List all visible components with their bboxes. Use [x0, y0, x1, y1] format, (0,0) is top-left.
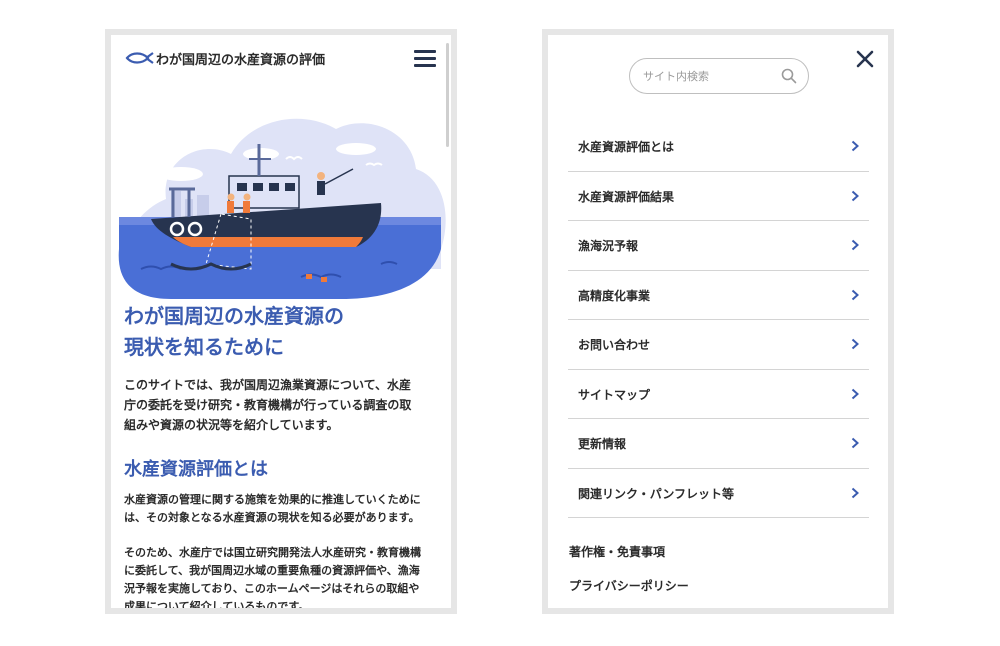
section-paragraph: そのため、水産庁では国立研究開発法人水産研究・教育機構 に委託して、我が国周辺水… — [124, 546, 421, 608]
chevron-right-icon — [851, 437, 859, 449]
nav-item-updates[interactable]: 更新情報 — [568, 419, 869, 469]
site-title[interactable]: わが国周辺の水産資源の評価 — [156, 49, 325, 68]
mobile-menu-frame: 水産資源評価とは 水産資源評価結果 漁海況予報 高精度化事業 お問い合わせ サイ… — [542, 29, 894, 614]
nav-item-assessment-results[interactable]: 水産資源評価結果 — [568, 172, 869, 221]
nav-item-sitemap[interactable]: サイトマップ — [568, 370, 869, 419]
nav-item-label: 水産資源評価結果 — [578, 189, 675, 204]
hero-illustration — [118, 118, 446, 299]
nav-item-about-assessment[interactable]: 水産資源評価とは — [568, 122, 869, 172]
mobile-page-frame: わが国周辺の水産資源の評価 わが国周辺の水産資源の 現状を知るために このサイト… — [105, 29, 457, 614]
site-header: わが国周辺の水産資源の評価 — [111, 35, 451, 81]
section-paragraph: 水産資源の管理に関する施策を効果的に推進していくために は、その対象となる水産資… — [124, 493, 421, 524]
hamburger-icon — [414, 50, 436, 53]
nav-item-label: 漁海況予報 — [578, 239, 639, 253]
nav-item-label: サイトマップ — [578, 387, 651, 402]
close-icon[interactable] — [855, 49, 875, 69]
nav-item-precision-project[interactable]: 高精度化事業 — [568, 271, 869, 320]
hero-heading: わが国周辺の水産資源の 現状を知るために — [124, 304, 344, 359]
search-icon[interactable] — [781, 68, 797, 84]
nav-item-contact[interactable]: お問い合わせ — [568, 320, 869, 370]
site-search — [629, 58, 809, 94]
intro-text: このサイトでは、我が国周辺漁業資源について、水産 庁の委託を受け研究・教育機構が… — [124, 378, 412, 432]
nav-item-label: 更新情報 — [578, 437, 627, 451]
hamburger-menu-button[interactable] — [414, 50, 436, 68]
section-heading: 水産資源評価とは — [124, 459, 268, 480]
mobile-page: わが国周辺の水産資源の評価 わが国周辺の水産資源の 現状を知るために このサイト… — [111, 35, 451, 608]
mobile-nav-drawer: 水産資源評価とは 水産資源評価結果 漁海況予報 高精度化事業 お問い合わせ サイ… — [548, 35, 888, 608]
fish-icon[interactable] — [124, 49, 154, 67]
copyright-link[interactable]: 著作権・免責事項 — [569, 543, 665, 560]
chevron-right-icon — [851, 140, 859, 152]
chevron-right-icon — [851, 487, 859, 498]
nav-item-label: 高精度化事業 — [578, 288, 651, 303]
nav-item-label: お問い合わせ — [578, 338, 651, 352]
nav-item-label: 水産資源評価とは — [578, 140, 675, 154]
nav-menu: 水産資源評価とは 水産資源評価結果 漁海況予報 高精度化事業 お問い合わせ サイ… — [568, 122, 869, 518]
search-input[interactable] — [643, 67, 773, 85]
chevron-right-icon — [851, 388, 859, 399]
chevron-right-icon — [851, 239, 859, 251]
nav-item-related-links[interactable]: 関連リンク・パンフレット等 — [568, 469, 869, 518]
nav-item-fishery-forecast[interactable]: 漁海況予報 — [568, 221, 869, 271]
chevron-right-icon — [851, 338, 859, 350]
nav-item-label: 関連リンク・パンフレット等 — [578, 486, 735, 501]
chevron-right-icon — [851, 190, 859, 201]
chevron-right-icon — [851, 289, 859, 300]
privacy-policy-link[interactable]: プライバシーポリシー — [569, 577, 689, 594]
